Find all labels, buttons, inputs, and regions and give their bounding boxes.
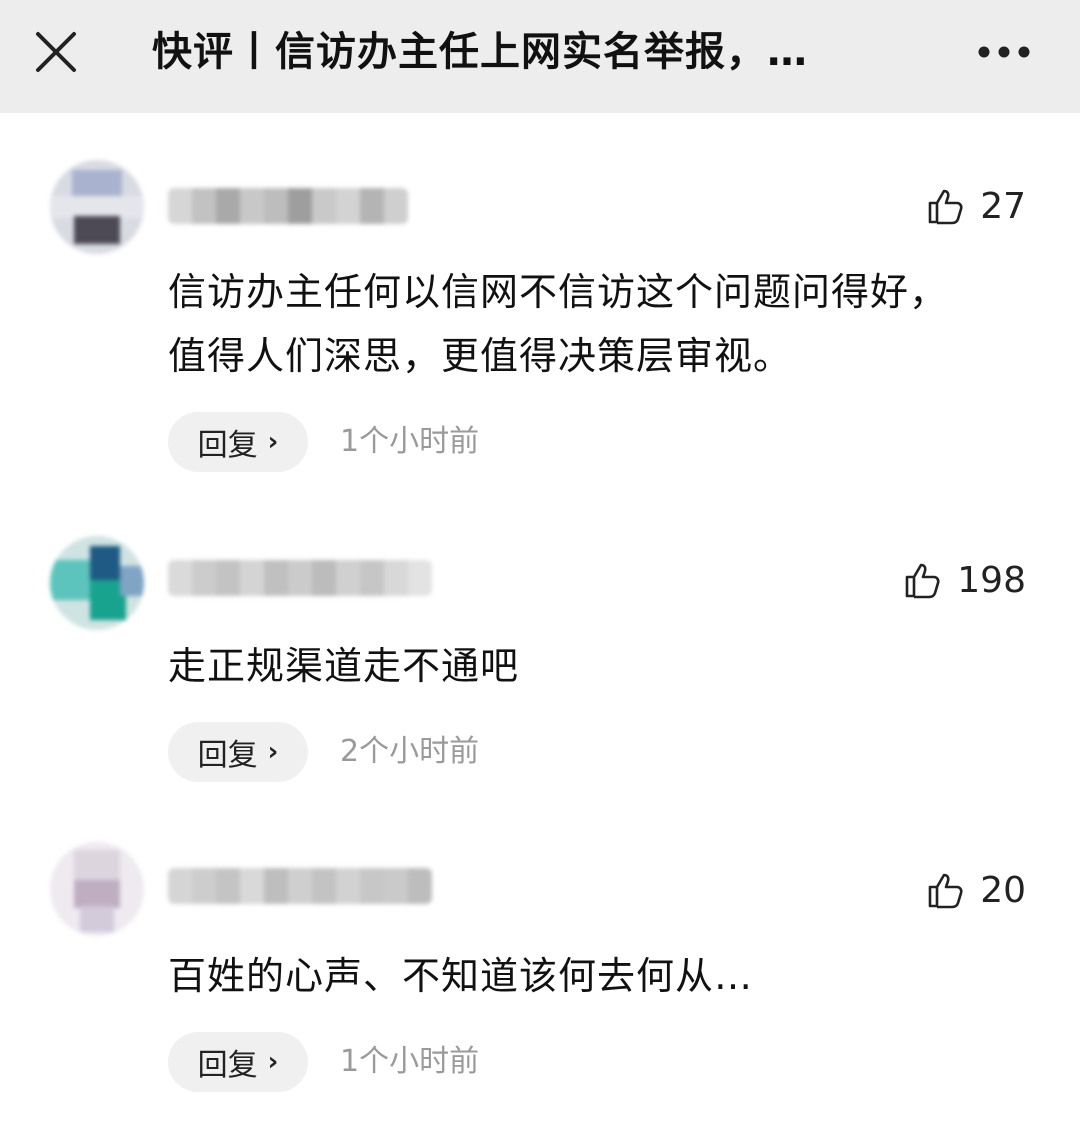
like-count: 27 (980, 185, 1026, 227)
like-button[interactable]: 27 (926, 184, 1026, 228)
thumbs-up-icon (905, 563, 940, 599)
reply-label: 回复 (197, 428, 258, 463)
comment-time: 2个小时前 (340, 734, 480, 769)
more-horizontal-icon (978, 46, 1030, 58)
reply-button[interactable]: 回复 › (168, 412, 308, 472)
reply-button[interactable]: 回复 › (168, 1032, 308, 1092)
more-button[interactable] (972, 30, 1036, 74)
comment-text: 信访办主任何以信网不信访这个问题问得好，值得人们深思，更值得决策层审视。 (168, 270, 949, 378)
close-button[interactable] (28, 24, 84, 80)
avatar[interactable] (50, 160, 144, 254)
like-count: 20 (980, 869, 1026, 911)
like-count: 198 (957, 559, 1026, 601)
like-button[interactable]: 20 (926, 868, 1026, 912)
reply-label: 回复 (197, 738, 258, 773)
username-blurred (168, 188, 408, 224)
chevron-right-icon: › (267, 427, 279, 457)
page-title: 快评丨信访办主任上网实名举报，… (152, 29, 808, 75)
avatar[interactable] (50, 536, 144, 630)
chevron-right-icon: › (267, 1047, 279, 1077)
top-bar: 快评丨信访办主任上网实名举报，… (0, 0, 1080, 113)
comment-text: 走正规渠道走不通吧 (168, 644, 520, 688)
reply-label: 回复 (197, 1048, 258, 1083)
comment-time: 1个小时前 (340, 424, 480, 459)
username-blurred (168, 868, 432, 904)
like-button[interactable]: 198 (903, 558, 1026, 602)
comment-text: 百姓的心声、不知道该何去何从… (168, 954, 754, 998)
reply-button[interactable]: 回复 › (168, 722, 308, 782)
thumbs-up-icon (928, 873, 963, 909)
chevron-right-icon: › (267, 737, 279, 767)
username-blurred (168, 560, 432, 596)
comment-time: 1个小时前 (340, 1044, 480, 1079)
avatar[interactable] (50, 842, 144, 936)
close-icon (36, 32, 76, 72)
thumbs-up-icon (928, 189, 963, 225)
